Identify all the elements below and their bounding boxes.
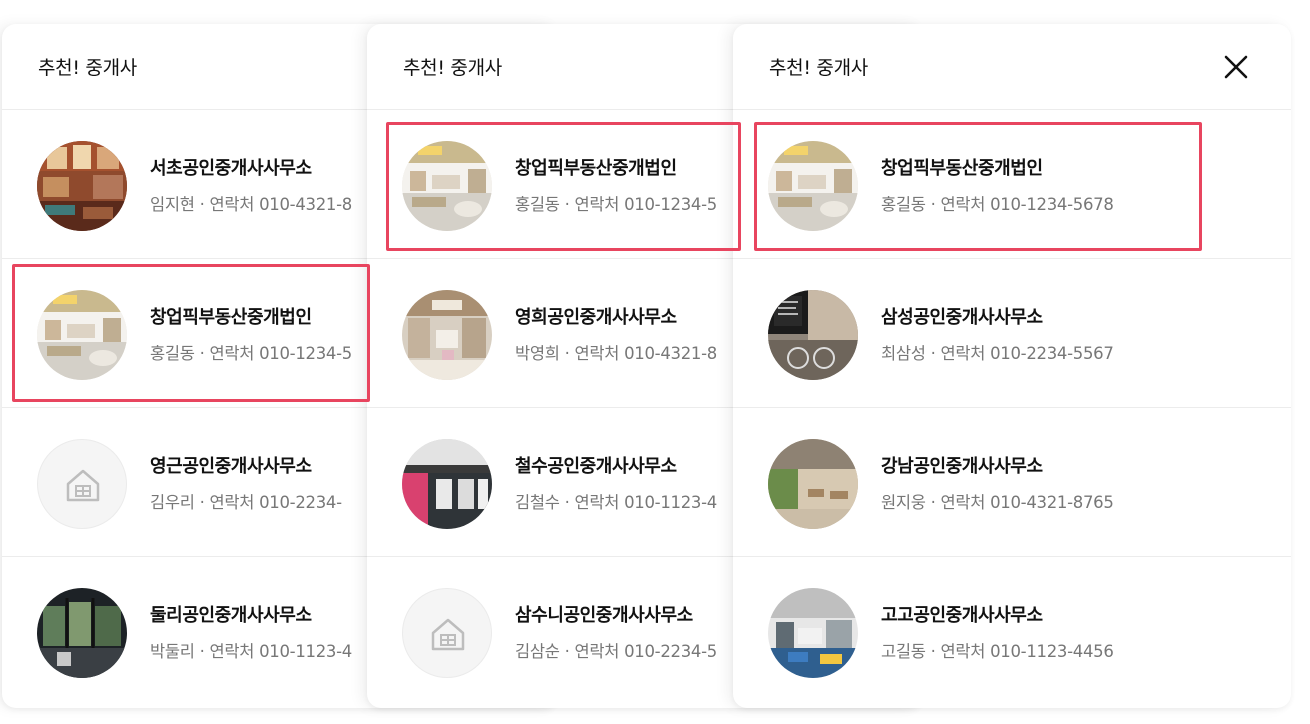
broker-name: 창업픽부동산중개법인 bbox=[515, 158, 677, 179]
broker-name: 서초공인중개사사무소 bbox=[150, 158, 312, 179]
broker-photo-storefront bbox=[402, 439, 492, 529]
broker-panel-3: 추천! 중개사 창업픽부동산중개법인 홍길동 · 연락처 010-1234-56… bbox=[733, 24, 1291, 708]
panel-title: 추천! 중개사 bbox=[38, 57, 137, 79]
broker-contact: 김철수 · 연락처 010-1123-4 bbox=[515, 493, 717, 512]
broker-contact: 홍길동 · 연락처 010-1234-5678 bbox=[881, 195, 1114, 214]
broker-contact: 김우리 · 연락처 010-2234- bbox=[150, 493, 342, 512]
broker-name: 영희공인중개사사무소 bbox=[515, 307, 677, 328]
broker-photo-bike-cafe bbox=[768, 290, 858, 380]
broker-photo-shop-interior bbox=[37, 290, 127, 380]
panel-header: 추천! 중개사 bbox=[733, 24, 1291, 110]
broker-photo-green-cafe bbox=[768, 439, 858, 529]
panel-title: 추천! 중개사 bbox=[403, 57, 502, 79]
broker-photo-shop-interior bbox=[402, 141, 492, 231]
broker-contact: 박둘리 · 연락처 010-1123-4 bbox=[150, 642, 352, 661]
broker-name: 창업픽부동산중개법인 bbox=[150, 307, 312, 328]
broker-contact: 원지웅 · 연락처 010-4321-8765 bbox=[881, 493, 1114, 512]
broker-name: 삼성공인중개사사무소 bbox=[881, 307, 1043, 328]
broker-photo-blue-lounge bbox=[768, 588, 858, 678]
broker-contact: 고길동 · 연락처 010-1123-4456 bbox=[881, 642, 1114, 661]
broker-contact: 홍길동 · 연락처 010-1234-5 bbox=[515, 195, 717, 214]
panel-title: 추천! 중개사 bbox=[769, 57, 868, 79]
broker-contact: 최삼성 · 연락처 010-2234-5567 bbox=[881, 344, 1114, 363]
broker-contact: 김삼순 · 연락처 010-2234-5 bbox=[515, 642, 717, 661]
broker-name: 철수공인중개사사무소 bbox=[515, 456, 677, 477]
house-icon bbox=[37, 439, 127, 529]
broker-contact: 홍길동 · 연락처 010-1234-5 bbox=[150, 344, 352, 363]
broker-list-item[interactable]: 삼성공인중개사사무소 최삼성 · 연락처 010-2234-5567 bbox=[733, 259, 1291, 408]
broker-photo-shop-interior bbox=[768, 141, 858, 231]
broker-name: 영근공인중개사사무소 bbox=[150, 456, 312, 477]
broker-name: 강남공인중개사사무소 bbox=[881, 456, 1043, 477]
broker-photo-office-glass bbox=[37, 588, 127, 678]
broker-list-item[interactable]: 창업픽부동산중개법인 홍길동 · 연락처 010-1234-5678 bbox=[733, 110, 1291, 259]
broker-name: 둘리공인중개사사무소 bbox=[150, 605, 312, 626]
broker-contact: 박영희 · 연락처 010-4321-8 bbox=[515, 344, 717, 363]
broker-contact: 임지현 · 연락처 010-4321-8 bbox=[150, 195, 352, 214]
broker-name: 고고공인중개사사무소 bbox=[881, 605, 1043, 626]
broker-name: 창업픽부동산중개법인 bbox=[881, 158, 1043, 179]
broker-list-item[interactable]: 고고공인중개사사무소 고길동 · 연락처 010-1123-4456 bbox=[733, 557, 1291, 706]
broker-list-item[interactable]: 강남공인중개사사무소 원지웅 · 연락처 010-4321-8765 bbox=[733, 408, 1291, 557]
house-icon bbox=[402, 588, 492, 678]
broker-photo-beauty-shop bbox=[402, 290, 492, 380]
close-icon[interactable] bbox=[1221, 52, 1251, 82]
broker-photo-cafe-interior bbox=[37, 141, 127, 231]
broker-name: 삼수니공인중개사사무소 bbox=[515, 605, 693, 626]
